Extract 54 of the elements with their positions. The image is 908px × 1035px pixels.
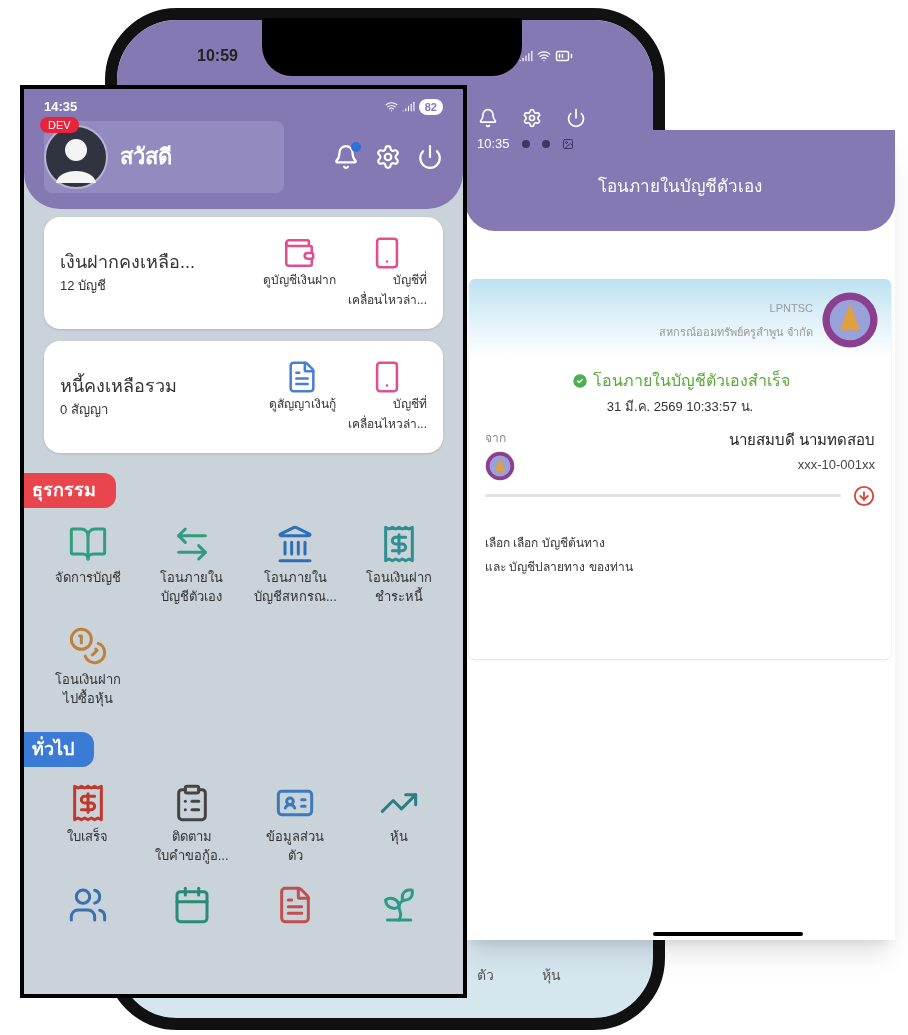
org-name: สหกรณ์ออมทรัพย์ครูลำพูน จำกัด	[658, 325, 813, 341]
card-subtitle: 12 บัญชี	[60, 277, 108, 296]
power-icon[interactable]	[417, 143, 443, 170]
shortcut-button[interactable]: บัญชีที่ เคลื่อนไหวล่า...	[348, 235, 427, 310]
card-title: เงินฝากคงเหลือ...	[60, 251, 195, 275]
status-time: 14:35	[44, 98, 78, 116]
account-name: นายสมบดี นามทดสอบ	[728, 429, 875, 450]
from-label: จาก	[485, 429, 507, 447]
screen-title: โอนภายในบัญชีตัวเอง	[598, 175, 762, 198]
menu-tile[interactable]: ใบเสร็จ	[36, 778, 140, 869]
summary-card[interactable]: เงินฝากคงเหลือ... 12 บัญชี ดูบัญชีเงินฝาก บัญชีที่ เคลื่อนไหวล่า...	[44, 216, 443, 329]
image-icon	[561, 137, 574, 150]
tab-label: ตัว	[477, 966, 494, 985]
settings-icon[interactable]	[375, 143, 401, 170]
shortcut-button[interactable]: ดูสัญญาเงินกู้	[269, 359, 336, 414]
menu-tile[interactable]: โอนภายใน บัญชีสหกรณ...	[243, 519, 348, 610]
menu-tile[interactable]: ข้อมูลส่วน ตัว	[243, 778, 348, 869]
dev-badge: DEV	[40, 116, 79, 133]
bell-icon	[478, 108, 498, 128]
power-icon	[566, 108, 586, 128]
transfer-datetime: 31 มี.ค. 2569 10:33:57 น.	[606, 398, 754, 416]
account-number: xxx-10-001xx	[797, 456, 875, 474]
card-title: หนี้คงเหลือรวม	[60, 373, 177, 401]
menu-tile[interactable]: ติดตาม ใบคำขอกู้อ...	[139, 778, 244, 869]
wifi-icon	[537, 49, 551, 63]
menu-tile[interactable]: หุ้น	[347, 778, 451, 869]
greeting: สวัสดี	[120, 143, 172, 171]
wifi-icon	[384, 100, 398, 114]
account-logo-icon	[485, 450, 515, 481]
menu-tile[interactable]: โอนเงินฝาก ไปซื้อหุ้น	[36, 621, 140, 712]
logo-icon	[821, 291, 879, 349]
shortcut-button[interactable]: บัญชีที่ เคลื่อนไหวล่า...	[348, 359, 427, 434]
section-tag: ทั่วไป	[24, 731, 94, 767]
signal-icon	[401, 100, 415, 114]
hint-text: เลือก เลือก บัญชีต้นทาง	[485, 534, 606, 552]
battery-level: 82	[418, 98, 443, 115]
status-time: 10:35	[477, 135, 510, 153]
menu-tile[interactable]: โอนภายใน บัญชีตัวเอง	[139, 519, 244, 610]
settings-icon	[522, 108, 542, 128]
summary-card[interactable]: หนี้คงเหลือรวม 0 สัญญา ดูสัญญาเงินกู้ บัญชีที่ เคลื่อนไหวล่า...	[44, 340, 443, 453]
signal-icon	[519, 49, 533, 63]
card-subtitle: 0 สัญญา	[60, 401, 109, 420]
phone-time: 10:59	[197, 46, 238, 66]
result-message: โอนภายในบัญชีตัวเองสำเร็จ	[592, 369, 790, 392]
notification-button[interactable]	[333, 143, 359, 170]
tab-label: หุ้น	[542, 966, 561, 986]
menu-tile[interactable]: จัดการบัญชี	[36, 519, 140, 610]
check-icon	[570, 372, 589, 390]
section-tag: ธุรกรรม	[24, 472, 116, 508]
coins-icon	[67, 625, 108, 666]
hint-text: และ บัญชีปลายทาง ของท่าน	[485, 558, 634, 576]
org-code: LPNTSC	[769, 300, 813, 316]
menu-tile[interactable]: โอนเงินฝาก ชำระหนี้	[347, 519, 451, 610]
shortcut-button[interactable]: ดูบัญชีเงินฝาก	[263, 235, 336, 290]
